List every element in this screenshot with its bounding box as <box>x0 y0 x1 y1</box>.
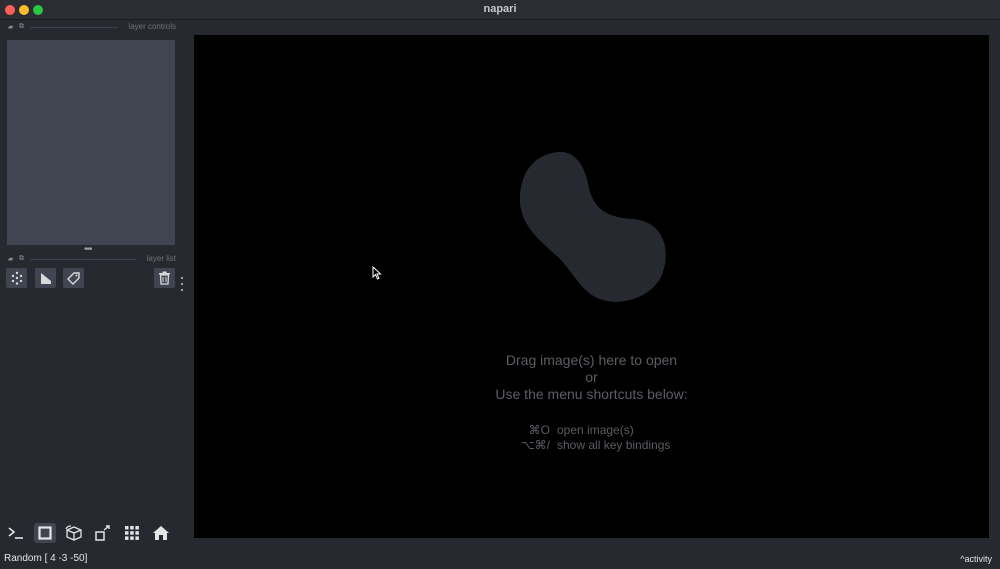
console-button[interactable] <box>5 523 27 543</box>
ndisplay-button[interactable] <box>34 523 56 543</box>
home-icon <box>153 526 169 540</box>
transpose-icon <box>95 525 110 541</box>
roll-dims-button[interactable] <box>63 523 85 543</box>
dock-close-icon[interactable]: ▰ <box>8 23 13 31</box>
grid-icon <box>125 526 139 540</box>
mouse-cursor-icon <box>372 266 382 280</box>
layer-list-label: layer list <box>146 254 176 263</box>
layer-controls-header[interactable]: ▰ ⧉ layer controls <box>6 22 176 32</box>
window-title: napari <box>483 3 517 15</box>
viewer-canvas[interactable]: Drag image(s) here to open or Use the me… <box>194 35 989 538</box>
more-options-icon[interactable] <box>179 277 185 291</box>
square-icon <box>38 526 52 540</box>
dock-grip <box>30 27 118 28</box>
shortcut-row: ⌥⌘/ show all key bindings <box>512 438 671 453</box>
shortcut-keys: ⌘O <box>528 423 550 437</box>
shortcut-action: open image(s) <box>557 423 634 437</box>
layer-controls-label: layer controls <box>128 22 176 31</box>
dock-grip <box>30 259 136 260</box>
dock-float-icon[interactable]: ⧉ <box>19 23 24 31</box>
shortcut-list: ⌘O open image(s) ⌥⌘/ show all key bindin… <box>512 423 671 453</box>
new-shapes-layer-button[interactable] <box>35 268 56 288</box>
drag-hint: Drag image(s) here to open <box>505 352 678 368</box>
reset-view-button[interactable] <box>150 523 172 543</box>
new-labels-layer-button[interactable] <box>63 268 84 288</box>
shapes-icon <box>40 273 51 284</box>
shortcut-row: ⌘O open image(s) <box>512 423 670 438</box>
points-icon <box>11 271 22 285</box>
labels-icon <box>67 271 80 285</box>
trash-icon <box>159 271 170 285</box>
title-bar: napari <box>0 0 1000 20</box>
activity-toggle[interactable]: ^activity <box>960 554 992 564</box>
console-icon <box>8 527 23 539</box>
shortcut-keys: ⌥⌘/ <box>520 438 550 452</box>
shortcuts-hint: Use the menu shortcuts below: <box>495 386 688 402</box>
activity-label: activity <box>964 554 992 564</box>
or-text: or <box>585 369 598 385</box>
layer-controls-panel <box>7 40 175 245</box>
grid-view-button[interactable] <box>121 523 143 543</box>
transpose-dims-button[interactable] <box>92 523 114 543</box>
delete-layer-button[interactable] <box>154 268 175 288</box>
dock-float-icon[interactable]: ⧉ <box>19 255 24 263</box>
new-points-layer-button[interactable] <box>6 268 27 288</box>
layer-list-header[interactable]: ▰ ⧉ layer list <box>6 254 176 264</box>
dock-close-icon[interactable]: ▰ <box>8 255 13 263</box>
shortcut-action: show all key bindings <box>557 438 671 452</box>
cube-icon <box>65 525 82 541</box>
napari-logo <box>519 151 666 302</box>
status-text: Random [ 4 -3 -50] <box>4 553 88 564</box>
status-bar: Random [ 4 -3 -50] ^activity <box>0 549 1000 569</box>
